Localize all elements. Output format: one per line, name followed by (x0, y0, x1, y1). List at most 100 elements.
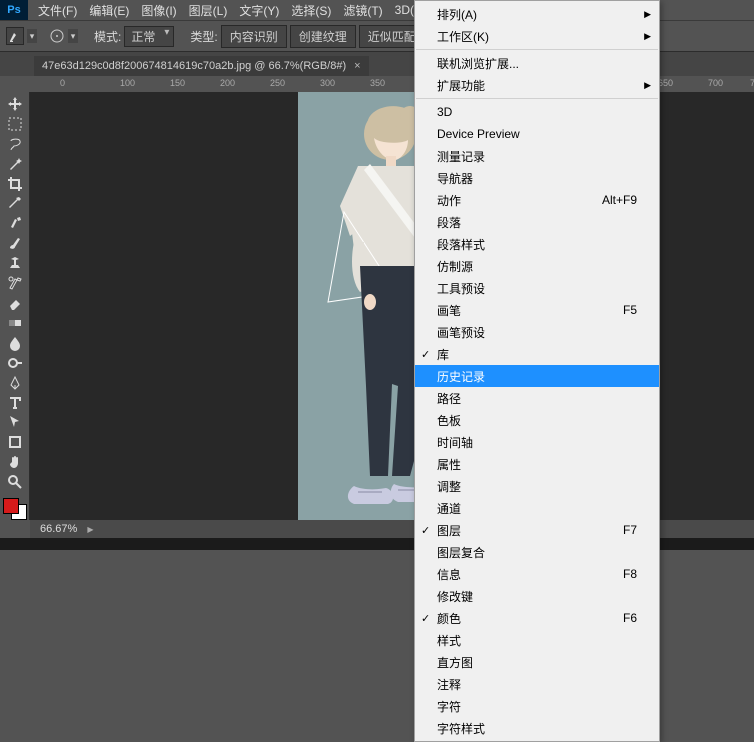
eraser-tool[interactable] (4, 293, 26, 313)
menu-item[interactable]: 工作区(K) (415, 25, 659, 47)
brush-tool[interactable] (4, 233, 26, 253)
menu-item-label: 注释 (437, 676, 637, 693)
menu-item[interactable]: 仿制源 (415, 255, 659, 277)
menu-image[interactable]: 图像(I) (135, 0, 182, 21)
tab-close-icon[interactable]: × (354, 60, 360, 72)
menu-item[interactable]: 样式 (415, 629, 659, 651)
menu-item-label: 工具预设 (437, 280, 637, 297)
menu-item-label: 排列(A) (437, 6, 637, 23)
menu-item-label: 时间轴 (437, 434, 637, 451)
tool-preset-icon[interactable] (6, 27, 24, 45)
menu-item-label: 画笔 (437, 302, 613, 319)
menu-item[interactable]: 段落样式 (415, 233, 659, 255)
menu-separator (416, 49, 658, 50)
ruler-tick: 100 (120, 78, 135, 88)
menu-item-label: 路径 (437, 390, 637, 407)
menu-item-shortcut: F5 (623, 303, 637, 317)
menu-item[interactable]: 时间轴 (415, 431, 659, 453)
menu-item[interactable]: 段落 (415, 211, 659, 233)
menu-edit[interactable]: 编辑(E) (83, 0, 135, 21)
check-icon: ✓ (421, 524, 430, 537)
ruler-tick: 350 (370, 78, 385, 88)
menu-filter[interactable]: 滤镜(T) (337, 0, 388, 21)
menu-item[interactable]: 字符样式 (415, 717, 659, 739)
menu-item[interactable]: 测量记录 (415, 145, 659, 167)
ruler-tick: 150 (170, 78, 185, 88)
menu-item[interactable]: Device Preview (415, 123, 659, 145)
menu-item-label: 直方图 (437, 654, 637, 671)
foreground-color-swatch[interactable] (3, 498, 19, 514)
check-icon: ✓ (421, 348, 430, 361)
blur-tool[interactable] (4, 333, 26, 353)
menu-item[interactable]: 信息F8 (415, 563, 659, 585)
menu-item[interactable]: 调整 (415, 475, 659, 497)
menu-item[interactable]: 直方图 (415, 651, 659, 673)
menu-layer[interactable]: 图层(L) (183, 0, 234, 21)
menu-item[interactable]: 画笔 F5 (415, 299, 659, 321)
menu-item[interactable]: 导航器 (415, 167, 659, 189)
menu-item-shortcut: F6 (623, 611, 637, 625)
menu-type[interactable]: 文字(Y) (233, 0, 285, 21)
ruler-tick: 750 (750, 78, 754, 88)
menu-item[interactable]: 修改键 (415, 585, 659, 607)
menu-file[interactable]: 文件(F) (32, 0, 83, 21)
document-tab[interactable]: 47e63d129c0d8f200674814619c70a2b.jpg @ 6… (34, 56, 369, 76)
pen-tool[interactable] (4, 373, 26, 393)
menu-item[interactable]: 图层复合 (415, 541, 659, 563)
menu-item[interactable]: ✓库 (415, 343, 659, 365)
menu-item-label: 字符 (437, 698, 637, 715)
brush-size-dropdown[interactable] (68, 29, 78, 43)
menu-item-label: 动作 (437, 192, 592, 209)
menu-item-label: 字符样式 (437, 720, 637, 737)
toolbox (0, 92, 30, 520)
content-aware-button[interactable]: 内容识别 (221, 25, 287, 48)
menu-separator (416, 98, 658, 99)
tool-preset-dropdown[interactable] (27, 29, 37, 43)
path-selection-tool[interactable] (4, 413, 26, 433)
color-swatches[interactable] (3, 498, 27, 520)
mode-select[interactable]: 正常 (124, 26, 174, 47)
menu-item[interactable]: 通道 (415, 497, 659, 519)
history-brush-tool[interactable] (4, 273, 26, 293)
menu-item[interactable]: 排列(A) (415, 3, 659, 25)
menu-item[interactable]: 联机浏览扩展... (415, 52, 659, 74)
menu-item-shortcut: F8 (623, 567, 637, 581)
dodge-tool[interactable] (4, 353, 26, 373)
menu-item-label: 图层复合 (437, 544, 637, 561)
menu-item-label: 导航器 (437, 170, 637, 187)
shape-tool[interactable] (4, 432, 26, 452)
menu-item[interactable]: ✓颜色F6 (415, 607, 659, 629)
zoom-level[interactable]: 66.67% (40, 523, 77, 535)
crop-tool[interactable] (4, 174, 26, 194)
menu-item[interactable]: 注释 (415, 673, 659, 695)
menu-item[interactable]: 动作Alt+F9 (415, 189, 659, 211)
menu-item[interactable]: 色板 (415, 409, 659, 431)
menu-item[interactable]: 3D (415, 101, 659, 123)
menu-item[interactable]: 工具预设 (415, 277, 659, 299)
move-tool[interactable] (4, 94, 26, 114)
magic-wand-tool[interactable] (4, 154, 26, 174)
menu-item[interactable]: ✓图层F7 (415, 519, 659, 541)
menu-item[interactable]: 字符 (415, 695, 659, 717)
type-tool[interactable] (4, 393, 26, 413)
clone-stamp-tool[interactable] (4, 253, 26, 273)
eyedropper-tool[interactable] (4, 194, 26, 214)
healing-brush-tool[interactable] (4, 213, 26, 233)
menu-item-label: 联机浏览扩展... (437, 55, 637, 72)
gradient-tool[interactable] (4, 313, 26, 333)
type-label: 类型: (190, 28, 217, 45)
lasso-tool[interactable] (4, 134, 26, 154)
menu-item[interactable]: 画笔预设 (415, 321, 659, 343)
menu-item[interactable]: 扩展功能 (415, 74, 659, 96)
hand-tool[interactable] (4, 452, 26, 472)
menu-item[interactable]: 历史记录 (415, 365, 659, 387)
create-texture-button[interactable]: 创建纹理 (290, 25, 356, 48)
marquee-tool[interactable] (4, 114, 26, 134)
ruler-tick: 300 (320, 78, 335, 88)
brush-size-icon[interactable] (49, 28, 65, 44)
menu-item-label: 工作区(K) (437, 28, 637, 45)
menu-select[interactable]: 选择(S) (285, 0, 337, 21)
menu-item[interactable]: 属性 (415, 453, 659, 475)
menu-item[interactable]: 路径 (415, 387, 659, 409)
zoom-tool[interactable] (4, 472, 26, 492)
